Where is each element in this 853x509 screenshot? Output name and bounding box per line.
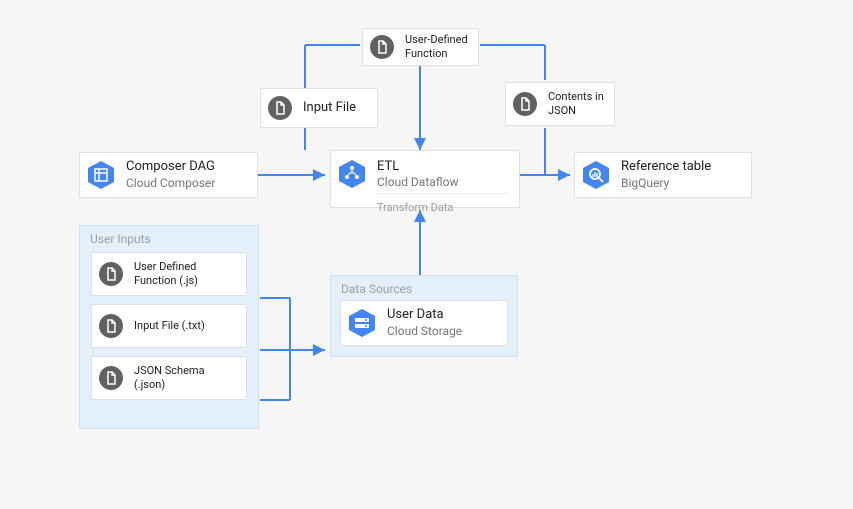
- node-user-input-udf: User Defined Function (.js): [91, 252, 247, 296]
- node-subtitle: Cloud Composer: [126, 176, 215, 191]
- document-icon: [98, 365, 124, 391]
- cloud-dataflow-icon: [337, 159, 367, 189]
- node-user-input-txt: Input File (.txt): [91, 304, 247, 348]
- node-title: Composer DAG: [126, 159, 215, 175]
- cloud-storage-icon: [347, 308, 377, 338]
- document-icon: [267, 95, 293, 121]
- node-user-data: User Data Cloud Storage: [340, 300, 508, 346]
- node-user-input-json: JSON Schema (.json): [91, 356, 247, 400]
- node-contents-json: Contents in JSON: [505, 82, 615, 126]
- document-icon: [369, 34, 395, 60]
- document-icon: [98, 261, 124, 287]
- node-title: User-Defined Function: [405, 33, 468, 61]
- node-title: JSON Schema (.json): [134, 364, 236, 392]
- node-subtitle: BigQuery: [621, 176, 711, 191]
- node-title: User Defined Function (.js): [134, 260, 236, 288]
- node-subtitle: Cloud Storage: [387, 324, 462, 339]
- node-title: Input File (.txt): [134, 319, 205, 333]
- group-title: User Inputs: [80, 226, 258, 250]
- cloud-composer-icon: [86, 160, 116, 190]
- document-icon: [512, 91, 538, 117]
- node-input-file: Input File: [260, 88, 378, 128]
- node-caption: Transform Data: [377, 201, 453, 214]
- node-composer-dag: Composer DAG Cloud Composer: [79, 152, 258, 198]
- node-title: Contents in JSON: [548, 90, 604, 118]
- node-title: Reference table: [621, 159, 711, 175]
- bigquery-icon: [581, 160, 611, 190]
- document-icon: [98, 313, 124, 339]
- node-title: Input File: [303, 100, 356, 116]
- node-etl: ETL Cloud Dataflow Transform Data: [330, 150, 520, 208]
- architecture-diagram: User-Defined Function Input File Content…: [0, 0, 853, 509]
- node-subtitle: Cloud Dataflow: [377, 175, 509, 190]
- group-title: Data Sources: [331, 276, 517, 300]
- node-udf-top: User-Defined Function: [362, 28, 479, 66]
- node-title: ETL: [377, 159, 509, 175]
- node-reference-table: Reference table BigQuery: [574, 152, 752, 198]
- node-title: User Data: [387, 307, 462, 323]
